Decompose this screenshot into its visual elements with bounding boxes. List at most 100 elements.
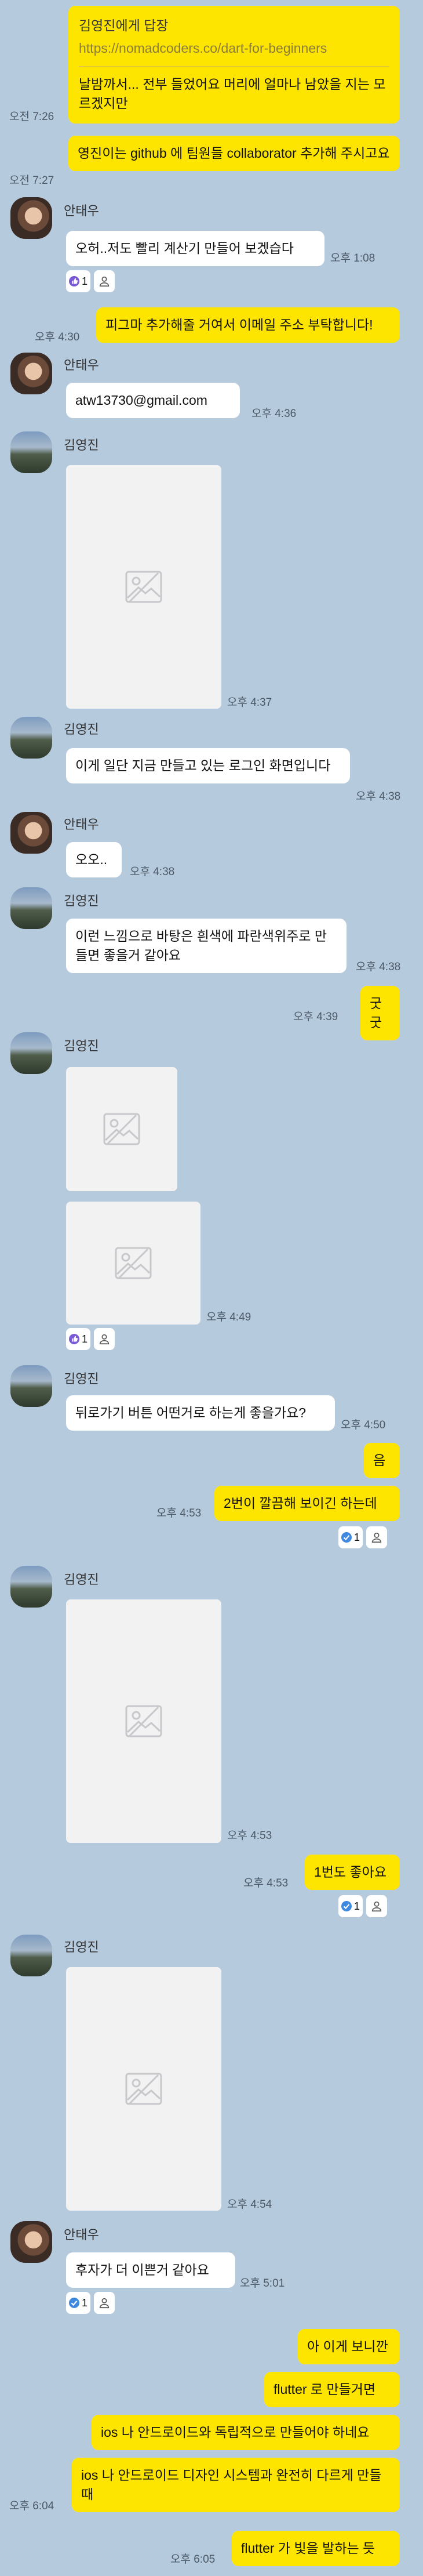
sender-name: 김영진	[64, 1039, 99, 1053]
check-reaction[interactable]: 1	[338, 1526, 363, 1548]
message-time: 오후 4:38	[356, 790, 401, 803]
message-time: 오전 7:27	[9, 175, 54, 187]
message-bubble[interactable]: 이게 일단 지금 만들고 있는 로그인 화면입니다	[66, 748, 350, 783]
message-text: flutter 가 빛을 발하는 듯	[241, 2541, 375, 2556]
like-reaction[interactable]: 1	[66, 1328, 90, 1350]
reaction-users-button[interactable]	[94, 270, 115, 292]
sender-name: 안태우	[64, 2227, 99, 2242]
image-attachment[interactable]	[66, 1067, 177, 1191]
message-text: 오허..저도 빨리 계산기 만들어 보겠습다	[75, 241, 294, 256]
image-placeholder-icon	[103, 1113, 140, 1145]
message-time: 오후 4:39	[293, 1011, 338, 1023]
message-time: 오후 4:49	[206, 1311, 251, 1323]
check-icon	[68, 2298, 79, 2308]
message-bubble[interactable]: 후자가 더 이쁜거 같아요	[66, 2252, 235, 2288]
message-text: 피그마 추가해줄 거여서 이메일 주소 부탁합니다!	[105, 317, 373, 332]
message-text: 이게 일단 지금 만들고 있는 로그인 화면입니다	[75, 758, 331, 773]
reaction-count: 1	[81, 2296, 87, 2309]
message-text: 날밤까서... 전부 들었어요 머리에 얼마나 남았을 지는 모르겠지만	[79, 77, 386, 111]
avatar[interactable]	[10, 197, 52, 239]
check-reaction[interactable]: 1	[338, 1895, 363, 1917]
message-bubble[interactable]: 김영진에게 답장 https://nomadcoders.co/dart-for…	[68, 6, 400, 124]
image-attachment[interactable]	[66, 465, 221, 709]
image-attachment[interactable]	[66, 1599, 221, 1843]
sender-name: 김영진	[64, 1572, 99, 1587]
reaction-users-button[interactable]	[366, 1895, 387, 1917]
sender-name: 김영진	[64, 438, 99, 452]
check-icon	[341, 1532, 352, 1543]
avatar[interactable]	[10, 1365, 52, 1407]
person-icon	[99, 2298, 110, 2309]
quoted-link[interactable]: https://nomadcoders.co/dart-for-beginner…	[79, 39, 389, 58]
message-text: 뒤로가기 버튼 어떤거로 하는게 좋을가요?	[75, 1405, 307, 1420]
person-icon	[99, 276, 110, 287]
message-bubble[interactable]: 오허..저도 빨리 계산기 만들어 보겠습다	[66, 231, 324, 266]
reaction-bar: 1	[338, 1526, 387, 1548]
message-time: 오후 4:38	[130, 866, 175, 878]
like-icon	[68, 1334, 79, 1344]
message-text: ios 나 안드로이드 디자인 시스템과 완전히 다르게 만들 때	[81, 2468, 382, 2502]
reaction-users-button[interactable]	[94, 2292, 115, 2314]
message-bubble[interactable]: 오오..	[66, 842, 122, 877]
message-bubble[interactable]: 1번도 좋아요	[305, 1855, 400, 1890]
message-bubble[interactable]: 피그마 추가해줄 거여서 이메일 주소 부탁합니다!	[96, 307, 400, 343]
avatar[interactable]	[10, 2221, 52, 2263]
message-time: 오후 4:36	[251, 408, 297, 420]
avatar[interactable]	[10, 812, 52, 854]
like-reaction[interactable]: 1	[66, 270, 90, 292]
message-bubble[interactable]: flutter 로 만들거면	[264, 2372, 400, 2407]
person-icon	[99, 1334, 110, 1345]
message-bubble[interactable]: 음	[364, 1443, 400, 1478]
avatar[interactable]	[10, 887, 52, 929]
sender-name: 김영진	[64, 722, 99, 736]
image-placeholder-icon	[125, 2073, 162, 2105]
reply-divider	[79, 66, 389, 67]
message-time: 오후 4:53	[156, 1507, 202, 1519]
reaction-users-button[interactable]	[366, 1526, 387, 1548]
message-text: 2번이 깔끔해 보이긴 하는데	[224, 1496, 377, 1511]
message-bubble[interactable]: atw13730@gmail.com	[66, 383, 240, 418]
sender-name: 김영진	[64, 894, 99, 908]
avatar[interactable]	[10, 1566, 52, 1608]
message-time: 오후 1:08	[330, 252, 375, 264]
message-bubble[interactable]: 뒤로가기 버튼 어떤거로 하는게 좋을가요?	[66, 1395, 335, 1431]
sender-name: 안태우	[64, 817, 99, 832]
sender-name: 김영진	[64, 1940, 99, 1954]
message-time: 오후 5:01	[240, 2277, 285, 2290]
reply-header: 김영진에게 답장	[79, 18, 169, 33]
reaction-bar: 1	[66, 1328, 115, 1350]
image-placeholder-icon	[125, 571, 162, 603]
message-bubble[interactable]: 아 이게 보니깐	[298, 2329, 400, 2364]
avatar[interactable]	[10, 717, 52, 759]
message-text: flutter 로 만들거면	[274, 2382, 376, 2397]
message-time: 오후 4:38	[356, 961, 401, 973]
message-time: 오전 7:26	[9, 111, 54, 123]
avatar[interactable]	[10, 1032, 52, 1074]
message-bubble[interactable]: 이런 느낌으로 바탕은 흰색에 파란색위주로 만들면 좋을거 같아요	[66, 919, 347, 973]
reaction-count: 1	[81, 275, 87, 287]
message-bubble[interactable]: flutter 가 빛을 발하는 듯	[232, 2531, 400, 2566]
message-bubble[interactable]: 2번이 깔끔해 보이긴 하는데	[214, 1486, 400, 1521]
avatar[interactable]	[10, 431, 52, 473]
message-bubble[interactable]: ios 나 안드로이드 디자인 시스템과 완전히 다르게 만들 때	[72, 2458, 400, 2512]
avatar[interactable]	[10, 353, 52, 394]
image-placeholder-icon	[125, 1705, 162, 1737]
message-text: 굿굿	[370, 996, 382, 1030]
image-placeholder-icon	[115, 1247, 152, 1279]
message-time: 오후 4:37	[227, 696, 272, 709]
image-attachment[interactable]	[66, 1202, 200, 1325]
message-time: 오후 4:50	[341, 1419, 386, 1431]
sender-name: 안태우	[64, 358, 99, 372]
message-bubble[interactable]: 굿굿	[360, 986, 400, 1040]
message-text: 1번도 좋아요	[314, 1864, 386, 1880]
check-reaction[interactable]: 1	[66, 2292, 90, 2314]
message-text: atw13730@gmail.com	[75, 393, 207, 408]
message-bubble[interactable]: 영진이는 github 에 팀원들 collaborator 추가해 주시고요	[68, 136, 400, 171]
image-attachment[interactable]	[66, 1967, 221, 2211]
message-bubble[interactable]: ios 나 안드로이드와 독립적으로 만들어야 하네요	[92, 2415, 400, 2450]
avatar[interactable]	[10, 1935, 52, 1976]
reaction-users-button[interactable]	[94, 1328, 115, 1350]
like-icon	[68, 276, 79, 286]
reaction-count: 1	[81, 1333, 87, 1345]
person-icon	[371, 1901, 382, 1912]
